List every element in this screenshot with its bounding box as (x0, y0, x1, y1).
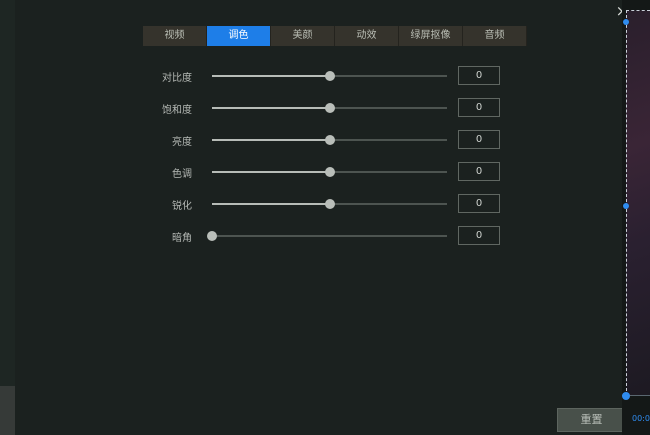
saturation-label: 饱和度 (162, 105, 192, 116)
tab-chroma-key[interactable]: 绿屏抠像 (399, 26, 463, 46)
slider-handle[interactable] (324, 103, 335, 113)
tab-audio[interactable]: 音频 (463, 26, 527, 46)
adjust-row-hue: 色调 0 (15, 161, 622, 183)
slider-handle[interactable] (324, 167, 335, 177)
tab-video[interactable]: 视频 (143, 26, 207, 46)
adjust-row-contrast: 对比度 0 (15, 65, 622, 87)
video-preview: 00:0 (622, 0, 650, 435)
brightness-label: 亮度 (172, 137, 192, 148)
brightness-value-input[interactable]: 0 (458, 130, 500, 149)
adjust-row-brightness: 亮度 0 (15, 129, 622, 151)
color-adjust-panel: × 视频 调色 美颜 动效 绿屏抠像 音频 对比度 0 饱和度 0 亮度 0 色… (15, 0, 628, 435)
sharpen-label: 锐化 (172, 201, 192, 212)
adjust-row-vignette: 暗角 0 (15, 225, 622, 247)
left-side-panel (0, 0, 16, 386)
hue-slider[interactable] (212, 167, 447, 177)
resize-handle-icon[interactable] (623, 19, 629, 25)
tab-bar: 视频 调色 美颜 动效 绿屏抠像 音频 (143, 26, 527, 46)
hue-value-input[interactable]: 0 (458, 162, 500, 181)
vignette-slider[interactable] (207, 231, 447, 241)
preview-frame[interactable] (626, 10, 650, 396)
slider-handle[interactable] (207, 231, 217, 241)
sharpen-slider[interactable] (212, 199, 447, 209)
hue-label: 色调 (172, 169, 192, 180)
slider-fill (212, 171, 330, 173)
left-side-panel-footer (0, 386, 15, 435)
contrast-slider[interactable] (212, 71, 447, 81)
slider-handle[interactable] (324, 199, 335, 209)
adjust-row-sharpen: 锐化 0 (15, 193, 622, 215)
slider-fill (212, 203, 330, 205)
contrast-label: 对比度 (162, 73, 192, 84)
adjust-row-saturation: 饱和度 0 (15, 97, 622, 119)
slider-fill (212, 75, 330, 77)
brightness-slider[interactable] (212, 135, 447, 145)
tab-beauty[interactable]: 美颜 (271, 26, 335, 46)
time-label: 00:0 (632, 414, 650, 423)
tab-color[interactable]: 调色 (207, 26, 271, 46)
vignette-label: 暗角 (172, 233, 192, 244)
timeline-playhead[interactable] (622, 392, 630, 400)
slider-fill (212, 139, 330, 141)
reset-button[interactable]: 重置 (557, 408, 626, 432)
slider-handle[interactable] (324, 71, 335, 81)
saturation-value-input[interactable]: 0 (458, 98, 500, 117)
saturation-slider[interactable] (212, 103, 447, 113)
resize-handle-icon[interactable] (623, 203, 629, 209)
tab-motion[interactable]: 动效 (335, 26, 399, 46)
slider-fill (212, 107, 330, 109)
sharpen-value-input[interactable]: 0 (458, 194, 500, 213)
vignette-value-input[interactable]: 0 (458, 226, 500, 245)
slider-handle[interactable] (324, 135, 335, 145)
contrast-value-input[interactable]: 0 (458, 66, 500, 85)
